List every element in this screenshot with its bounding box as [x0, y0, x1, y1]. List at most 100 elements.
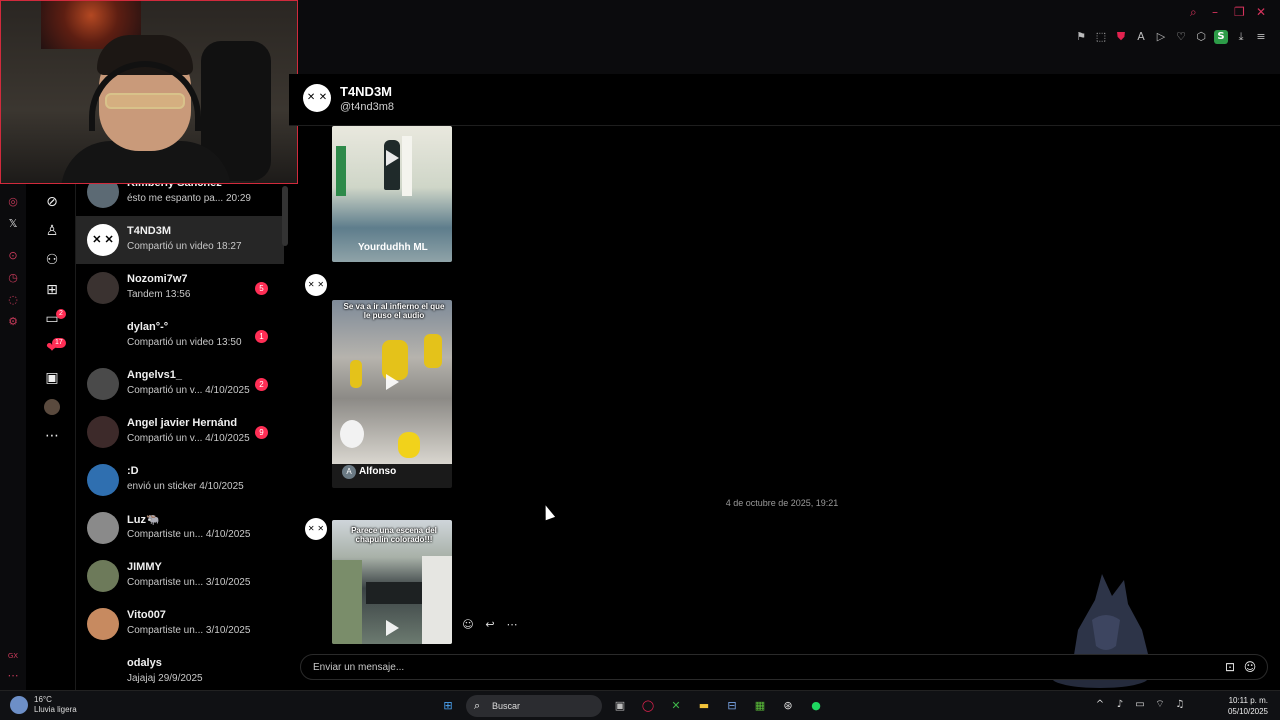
profile-s-icon[interactable]: S — [1214, 30, 1228, 44]
conversation-item[interactable]: Luz🐃 Compartiste un... 4/10/2025 — [76, 504, 284, 552]
settings-icon[interactable]: ⚙ — [7, 316, 19, 328]
play-icon[interactable] — [386, 620, 399, 636]
opera-gx-icon[interactable]: ◯ — [638, 696, 658, 716]
more-options-icon[interactable]: ⋯ — [506, 619, 518, 631]
conversation-item[interactable]: Angel javier Hernánd Compartió un v... 4/… — [76, 408, 284, 456]
screenshot-icon[interactable]: ⬚ — [1094, 30, 1108, 44]
create-icon[interactable]: ⊞ — [44, 282, 60, 298]
conversation-preview: Compartió un v... 4/10/2025 — [127, 385, 250, 396]
conversation-avatar — [87, 608, 119, 640]
chevron-up-icon[interactable]: ^ — [1094, 699, 1106, 711]
profile-avatar-icon[interactable] — [44, 399, 60, 415]
display-icon[interactable]: ▭ — [1134, 699, 1146, 711]
messages-badge: 2 — [56, 309, 66, 319]
taskbar-search[interactable]: ⌕ Buscar — [466, 695, 602, 717]
conversation-item[interactable]: Nozomi7w7 Tandem 13:56 5 — [76, 264, 284, 312]
conversation-name: Angelvs1_ — [127, 369, 183, 381]
message-input[interactable] — [313, 659, 1193, 675]
webcam-overlay — [0, 0, 298, 184]
unread-badge: 5 — [255, 282, 268, 295]
conversation-item[interactable]: ✕ ✕ T4ND3M Compartió un video 18:27 — [76, 216, 284, 264]
conversation-avatar: ✕ ✕ — [87, 224, 119, 256]
conversation-item[interactable]: Vito007 Compartiste un... 3/10/2025 — [76, 600, 284, 648]
play-icon[interactable] — [386, 374, 399, 390]
conversation-item[interactable]: JIMMY Compartiste un... 3/10/2025 — [76, 552, 284, 600]
shared-video-message[interactable]: Se va a ir al infierno el que le puso el… — [332, 300, 452, 488]
conversation-avatar — [87, 464, 119, 496]
search-icon[interactable]: ⌕ — [1190, 6, 1202, 18]
explore-icon[interactable]: ⊘ — [44, 194, 60, 210]
gx-icon[interactable]: GX — [7, 650, 19, 662]
sender-avatar[interactable]: ✕ ✕ — [305, 274, 327, 296]
conversation-name: T4ND3M — [127, 225, 172, 237]
unread-badge: 2 — [255, 378, 268, 391]
system-clock[interactable]: 10:11 p. m. 05/10/2025 — [1228, 695, 1268, 717]
restore-icon[interactable]: ❐ — [1234, 6, 1246, 18]
microphone-icon[interactable]: ♪ — [1114, 699, 1126, 711]
shield-icon[interactable]: ⛊ — [1114, 30, 1128, 44]
sender-avatar[interactable]: ✕ ✕ — [305, 518, 327, 540]
conversation-item[interactable]: :D envió un sticker 4/10/2025 — [76, 456, 284, 504]
conversation-avatar — [87, 560, 119, 592]
x-icon[interactable]: 𝕏 — [7, 218, 19, 230]
more-options-icon[interactable]: ⋯ — [44, 428, 60, 444]
shared-video-message[interactable]: Yourdudhh ML — [332, 126, 452, 262]
taskbar-search-label: Buscar — [492, 701, 521, 711]
history-icon[interactable]: ◷ — [7, 272, 19, 284]
play-icon[interactable]: ▷ — [1154, 30, 1168, 44]
emoji-icon[interactable]: ☺ — [1243, 660, 1257, 674]
minecraft-icon[interactable]: ▦ — [750, 696, 770, 716]
reels-icon[interactable]: ▣ — [44, 370, 60, 386]
spotify-icon[interactable]: ● — [806, 696, 826, 716]
conversation-item[interactable]: odalys Jajajaj 29/9/2025 — [76, 648, 284, 690]
instagram-icon[interactable]: ◎ — [7, 196, 19, 208]
chat-header[interactable]: ✕ ✕ T4ND3M @t4nd3m8 — [289, 74, 1280, 126]
minimize-icon[interactable]: – — [1212, 6, 1224, 18]
extensions-icon[interactable]: ⬡ — [1194, 30, 1208, 44]
record-icon[interactable]: ⊙ — [7, 250, 19, 262]
instagram-nav: ⊘ ♙ ⚇ ⊞ ▭ 2 ❤ 17 ▣ ⋯ — [26, 182, 76, 690]
reply-icon[interactable]: ↩ — [484, 619, 496, 631]
follow-user-icon[interactable]: ♙ — [44, 223, 60, 239]
xbox-icon[interactable]: ✕ — [666, 696, 686, 716]
people-icon[interactable]: ⚇ — [44, 252, 60, 268]
react-emoji-icon[interactable]: ☺ — [462, 619, 474, 631]
conversation-name: Luz🐃 — [127, 514, 160, 526]
download-icon[interactable]: ⤓ — [1234, 30, 1248, 44]
translate-icon[interactable]: A — [1134, 30, 1148, 44]
window-controls: ⌕ – ❐ ✕ — [1190, 6, 1268, 18]
task-view-icon[interactable]: ▣ — [610, 696, 630, 716]
system-tray: ^ ♪ ▭ ⌔ ♫ — [1094, 699, 1186, 711]
conversation-preview: Compartiste un... 3/10/2025 — [127, 625, 251, 636]
browser-sidebar: ◎ 𝕏 ⊙ ◷ ◌ ⚙ GX ⋯ — [0, 182, 26, 690]
conversation-item[interactable]: Angelvs1_ Compartió un v... 4/10/2025 2 — [76, 360, 284, 408]
network-icon[interactable]: ⌔ — [1154, 699, 1166, 711]
conversation-preview: Compartió un v... 4/10/2025 — [127, 433, 250, 444]
steam-icon[interactable]: ⊛ — [778, 696, 798, 716]
play-icon[interactable] — [386, 150, 399, 166]
volume-icon[interactable]: ♫ — [1174, 699, 1186, 711]
contact-handle: @t4nd3m8 — [340, 101, 394, 113]
bookmark-icon[interactable]: ⚑ — [1074, 30, 1088, 44]
menu-icon[interactable]: ≡ — [1254, 30, 1268, 44]
glasses — [105, 93, 185, 109]
file-explorer-icon[interactable]: ▬ — [694, 696, 714, 716]
close-icon[interactable]: ✕ — [1256, 6, 1268, 18]
image-upload-icon[interactable]: ⊡ — [1223, 660, 1237, 674]
conversation-preview: Compartiste un... 3/10/2025 — [127, 577, 251, 588]
contact-avatar[interactable]: ✕ ✕ — [303, 84, 331, 112]
weather-widget[interactable]: 16°C Lluvia ligera — [10, 695, 77, 715]
chat-bubble-icon[interactable]: ◌ — [7, 294, 19, 306]
conversation-avatar — [87, 656, 119, 688]
date-separator: 4 de octubre de 2025, 19:21 — [725, 498, 839, 508]
conversation-item[interactable]: dylan°-° Compartió un video 13:50 1 — [76, 312, 284, 360]
windows-taskbar: 16°C Lluvia ligera ⊞ ⌕ Buscar ▣ ◯ ✕ ▬ ⊟ … — [0, 690, 1280, 720]
search-icon: ⌕ — [474, 699, 481, 712]
shared-video-message[interactable]: Parece una escena del chapulin colorado!… — [332, 520, 452, 644]
conversation-scrollbar[interactable] — [282, 186, 288, 246]
more-icon[interactable]: ⋯ — [7, 670, 19, 682]
windows-start-icon[interactable]: ⊞ — [438, 696, 458, 716]
store-icon[interactable]: ⊟ — [722, 696, 742, 716]
heart-icon[interactable]: ♡ — [1174, 30, 1188, 44]
conversation-name: :D — [127, 465, 139, 477]
